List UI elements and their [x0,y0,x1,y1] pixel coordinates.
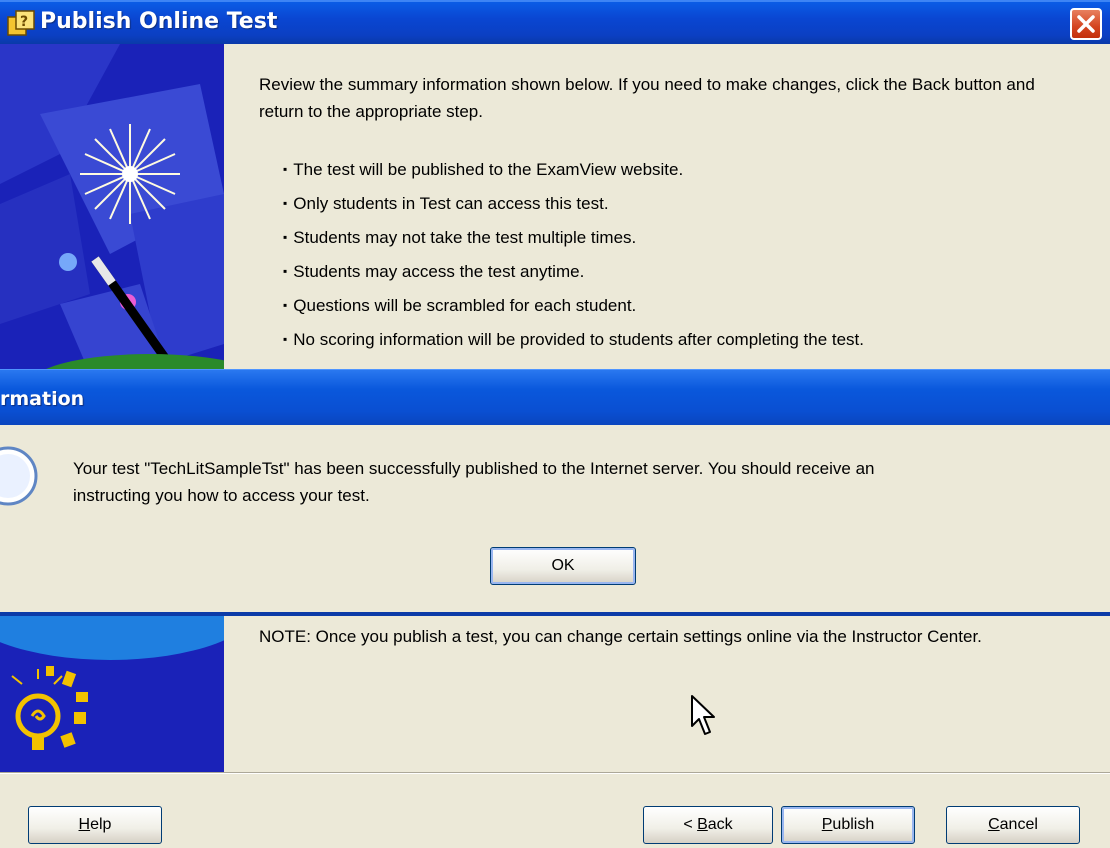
dialog-message: Your test "TechLitSampleTst" has been su… [73,455,1110,509]
dialog-bottom-border [0,612,1110,616]
information-dialog[interactable]: rmation Your test "TechLitSampleTst" has… [0,369,1110,616]
svg-text:?: ? [20,14,28,30]
dialog-message-line: Your test "TechLitSampleTst" has been su… [73,459,875,478]
close-icon [1077,15,1095,33]
back-button[interactable]: < Back [643,806,773,844]
publish-button[interactable]: Publish [781,806,915,844]
window-titlebar[interactable]: ? Publish Online Test [0,0,1110,44]
list-item: Questions will be scrambled for each stu… [283,292,1103,326]
window-title: Publish Online Test [40,9,278,34]
cancel-button[interactable]: Cancel [946,806,1080,844]
button-bar-divider [0,772,1110,774]
list-item: No scoring information will be provided … [283,326,1103,360]
list-item: Only students in Test can access this te… [283,190,1103,224]
dialog-title: rmation [0,388,85,410]
close-button[interactable] [1070,8,1102,40]
dialog-message-line: instructing you how to access your test. [73,486,370,505]
dialog-titlebar[interactable]: rmation [0,369,1110,425]
publish-note: NOTE: Once you publish a test, you can c… [259,627,982,646]
summary-list: The test will be published to the ExamVi… [283,156,1103,360]
list-item: Students may access the test anytime. [283,258,1103,292]
help-button[interactable]: Help [28,806,162,844]
ok-button[interactable]: OK [490,547,636,585]
list-item: Students may not take the test multiple … [283,224,1103,258]
list-item: The test will be published to the ExamVi… [283,156,1103,190]
information-icon [0,446,38,506]
mouse-pointer-icon [691,695,715,735]
publish-wizard-icon: ? [7,10,35,36]
summary-intro: Review the summary information shown bel… [259,75,1035,121]
